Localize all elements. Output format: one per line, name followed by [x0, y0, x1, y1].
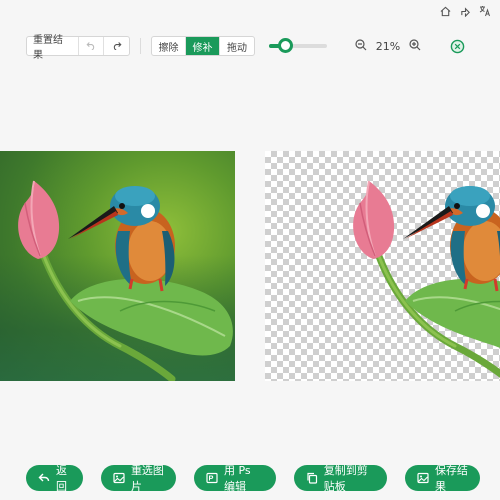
zoom-in-button[interactable]	[409, 38, 421, 54]
zoom-controls: 21%	[355, 38, 421, 54]
copy-icon	[307, 472, 317, 484]
slider-knob[interactable]	[277, 38, 293, 53]
mode-group: 擦除 修补 拖动	[151, 36, 255, 56]
cutout-photo	[265, 151, 500, 381]
window-controls	[438, 4, 492, 18]
copy-to-clipboard-button[interactable]: 复制到剪贴板	[293, 464, 387, 493]
ps-icon	[206, 472, 218, 484]
result-image-panel	[265, 151, 500, 381]
editor-toolbar: 重置结果 擦除 修补 拖动 21%	[26, 35, 480, 61]
compare-icon	[450, 39, 464, 53]
translate-icon[interactable]	[478, 4, 492, 18]
reselect-image-button[interactable]: 重选图片	[100, 464, 176, 493]
save-result-label: 保存结果	[434, 464, 468, 493]
history-group: 重置结果	[26, 35, 130, 61]
zoom-out-icon	[355, 38, 367, 50]
edit-in-ps-button[interactable]: 用 Ps 编辑	[193, 464, 276, 493]
toolbar-divider	[140, 38, 141, 54]
reset-result-button[interactable]: 重置结果	[27, 35, 79, 61]
save-icon	[417, 472, 429, 484]
brush-size-slider[interactable]	[269, 36, 327, 56]
reselect-image-label: 重选图片	[130, 464, 164, 493]
back-button-label: 返回	[56, 464, 67, 493]
save-result-button[interactable]: 保存结果	[404, 464, 480, 493]
zoom-level: 21%	[375, 39, 401, 53]
image-icon	[113, 472, 125, 484]
home-icon[interactable]	[438, 4, 452, 18]
original-image-panel	[0, 151, 235, 381]
edit-in-ps-label: 用 Ps 编辑	[223, 464, 251, 493]
zoom-in-icon	[409, 38, 421, 50]
action-bar: 返回 重选图片 用 Ps 编辑 复制到剪贴板 保存结果	[26, 464, 480, 493]
redo-button[interactable]	[104, 37, 129, 55]
share-icon[interactable]	[458, 4, 472, 18]
repair-mode-button[interactable]: 修补	[186, 37, 220, 55]
zoom-out-button[interactable]	[355, 38, 367, 54]
back-button[interactable]: 返回	[26, 464, 83, 493]
original-photo	[0, 151, 235, 381]
compare-button[interactable]	[449, 38, 465, 54]
copy-to-clipboard-label: 复制到剪贴板	[323, 464, 368, 493]
back-icon	[38, 473, 50, 482]
undo-button[interactable]	[79, 37, 104, 55]
redo-icon	[112, 40, 122, 53]
drag-mode-button[interactable]: 拖动	[220, 37, 254, 55]
erase-mode-button[interactable]: 擦除	[152, 37, 186, 55]
undo-icon	[86, 40, 96, 53]
